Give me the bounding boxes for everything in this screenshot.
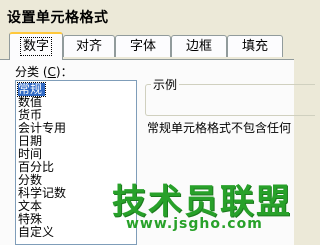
tab-number[interactable]: 数字 <box>9 32 63 60</box>
tab-font[interactable]: 字体 <box>115 35 171 57</box>
title-bar[interactable]: 设置单元格格式 <box>0 0 294 32</box>
tab-fill-label: 填充 <box>241 39 268 54</box>
tab-alignment-label: 对齐 <box>75 39 102 54</box>
tab-border-label: 边框 <box>185 39 212 54</box>
format-cells-dialog: 设置单元格格式 数字 对齐 字体 边框 填充 分类 (C)： 常规 数值 货币 … <box>0 0 315 245</box>
tab-fill[interactable]: 填充 <box>227 35 283 57</box>
category-accesskey: C <box>47 65 56 79</box>
watermark-url: www.jsgho.com <box>126 216 263 232</box>
category-item-custom[interactable]: 自定义 <box>18 226 54 239</box>
format-description: 常规单元格格式不包含任何 <box>147 121 292 135</box>
tab-font-label: 字体 <box>129 39 156 54</box>
tab-strip: 数字 对齐 字体 边框 填充 <box>0 32 294 60</box>
dialog-title: 设置单元格格式 <box>7 10 109 26</box>
tab-border[interactable]: 边框 <box>171 35 227 57</box>
category-label: 分类 (C)： <box>15 65 73 79</box>
watermark-logo: 技术员联盟 www.jsgho.com <box>112 174 292 234</box>
tab-number-label: 数字 <box>19 37 53 56</box>
sample-group-title: 示例 <box>151 76 180 93</box>
tab-alignment[interactable]: 对齐 <box>63 35 115 57</box>
